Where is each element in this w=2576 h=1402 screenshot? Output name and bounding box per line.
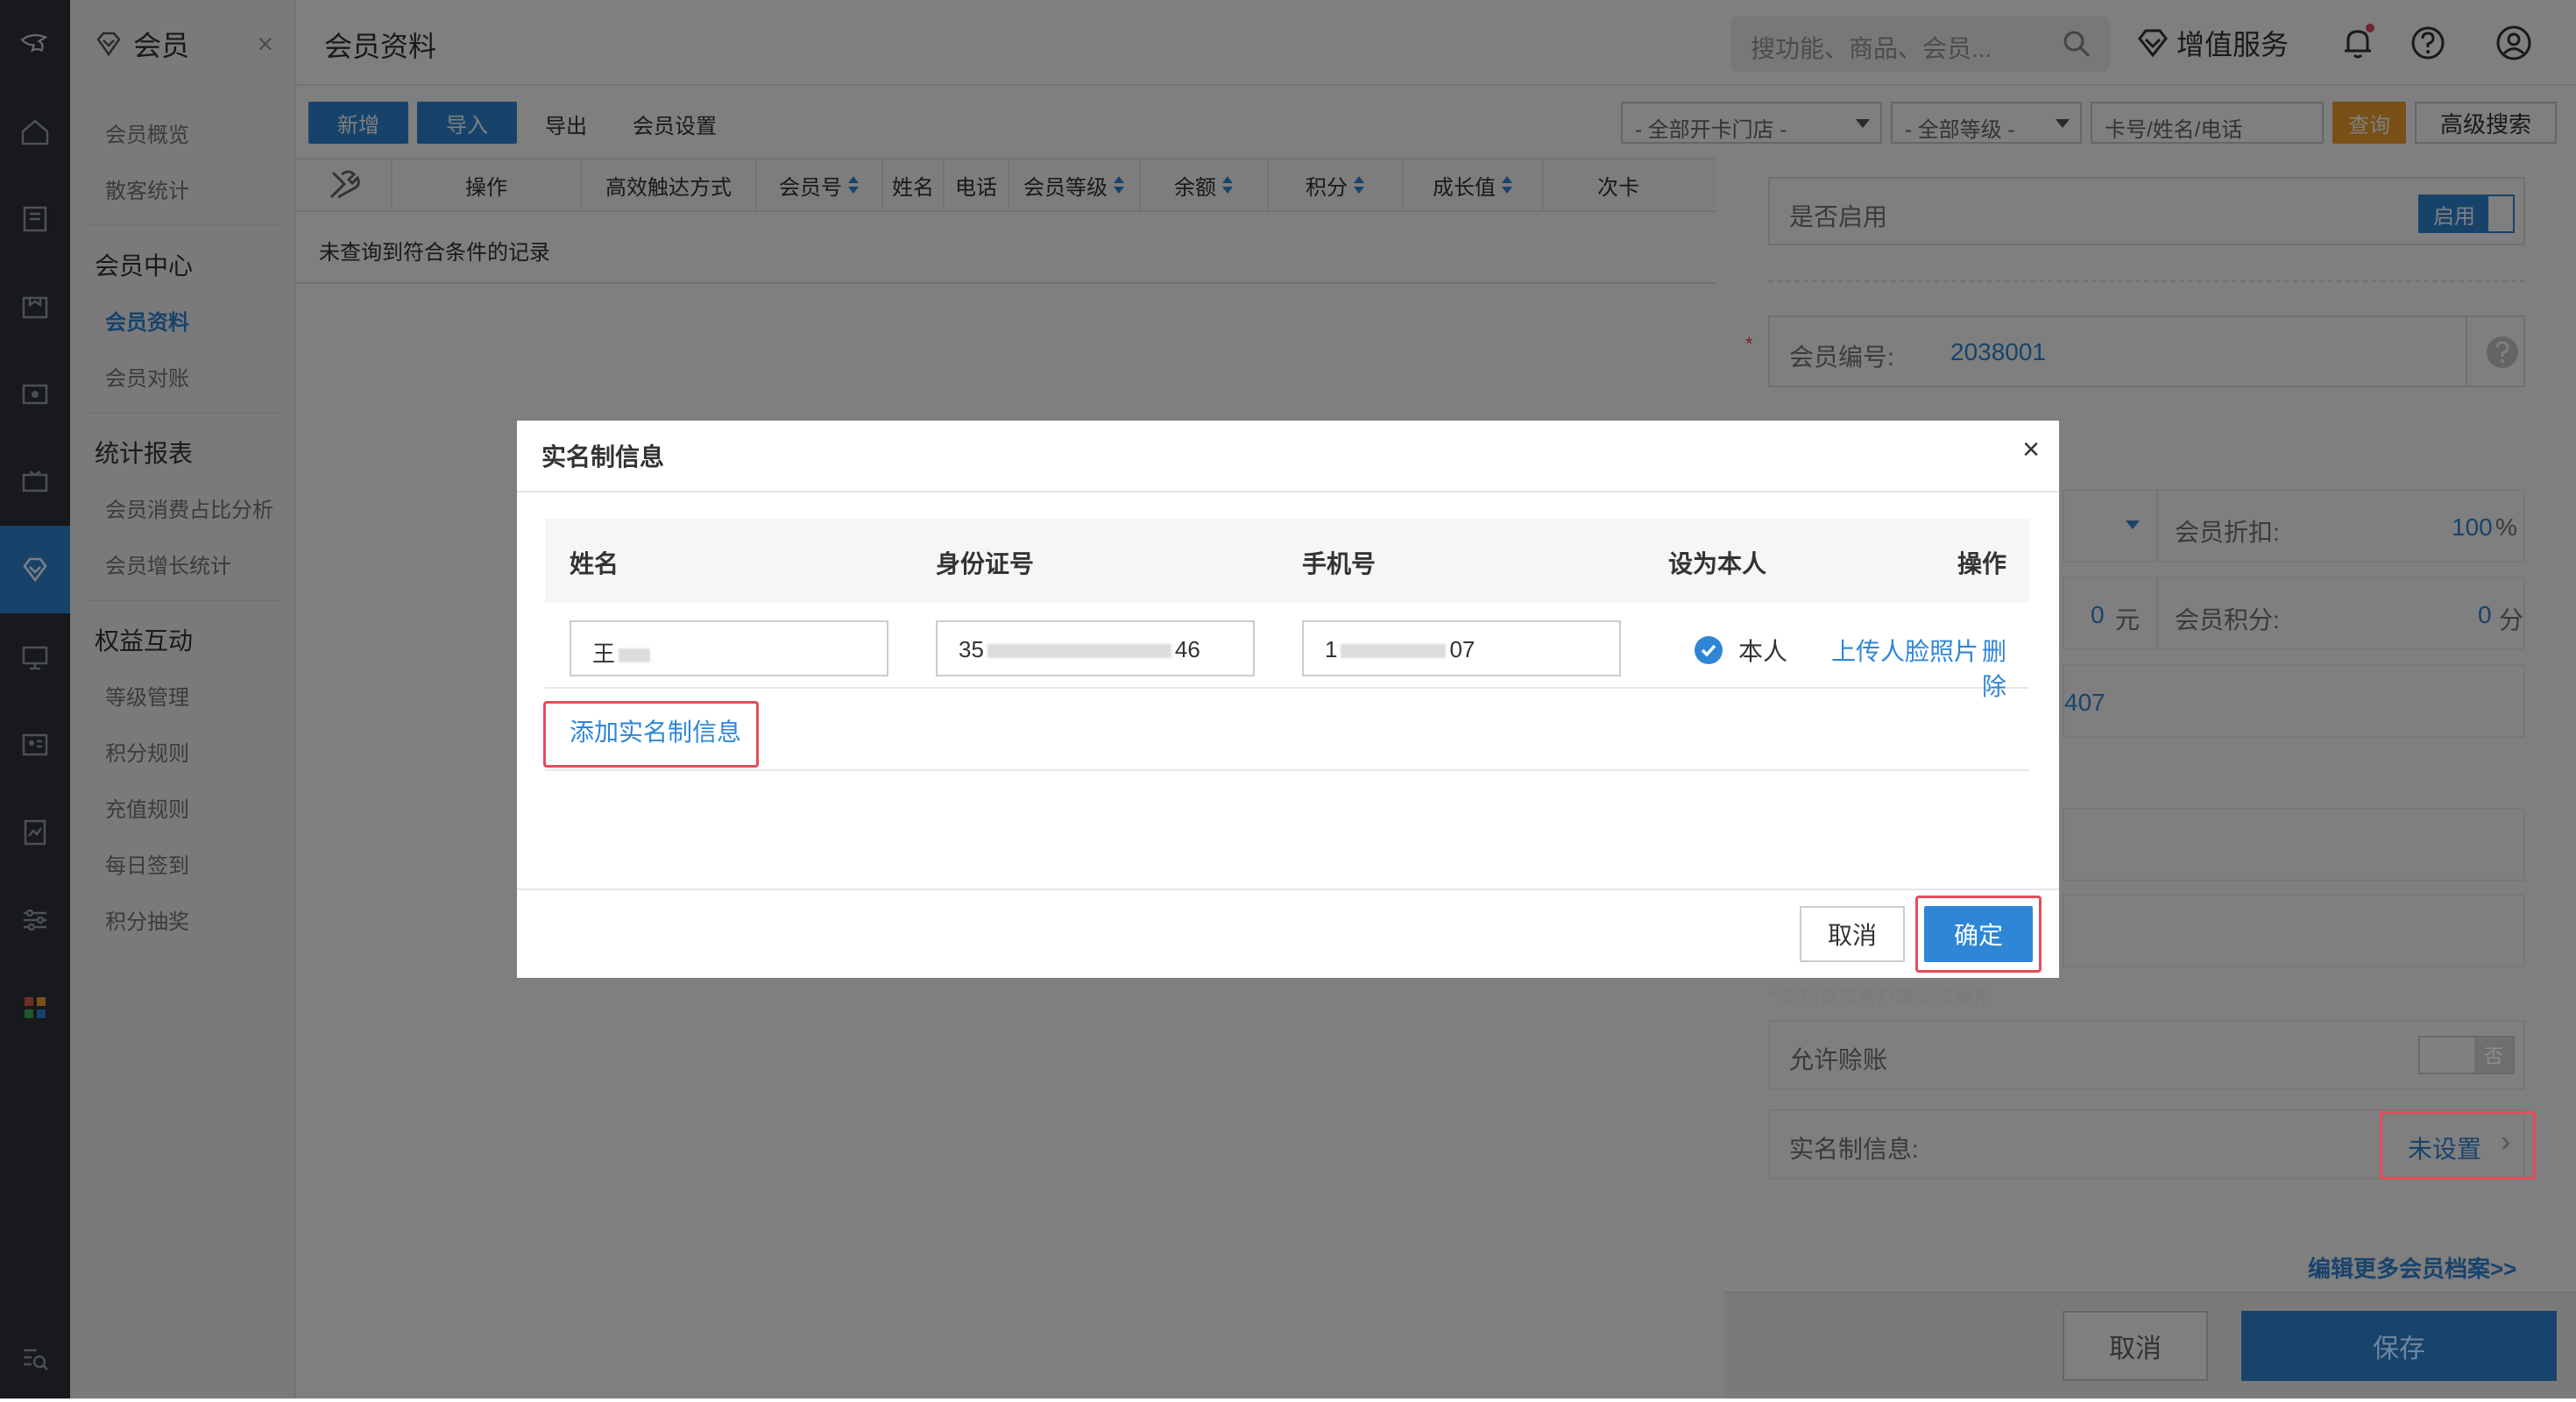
name-input[interactable]: 王 [570,620,888,676]
col-header-id: 身份证号 [936,550,1035,577]
level-select-partial[interactable] [2063,489,2157,563]
points-value: 0 [2478,601,2492,628]
divider [545,769,2029,771]
phone-prefix: 1 [1325,636,1338,662]
name-value: 王 [592,641,616,667]
credit-label: 允许赊账 [1789,1046,1888,1073]
panel-save-button[interactable]: 保存 [2241,1311,2557,1381]
modal-ok-button[interactable]: 确定 [1924,906,2033,962]
realname-highlight-box [2380,1111,2536,1179]
delete-link[interactable]: 删除 [1982,633,2029,703]
masked-text [1341,644,1447,659]
id-suffix: 46 [1174,636,1200,662]
modal-table-row: 王 35 46 1 07 本人 上传人脸照片 删除 [545,603,2029,700]
divider [517,491,2059,492]
blank-field[interactable] [2063,894,2525,967]
partial-value: 407 [2064,689,2105,716]
credit-toggle[interactable]: 否 [2418,1036,2515,1074]
panel-cancel-button[interactable]: 取消 [2063,1311,2208,1381]
upload-face-photo-link[interactable]: 上传人脸照片 [1831,633,1978,668]
id-number-input[interactable]: 35 46 [936,620,1255,676]
chevron-down-icon [2126,520,2140,529]
col-header-action: 操作 [1957,550,2007,577]
points-field[interactable]: 会员积分: 0 分 [2157,577,2525,650]
id-prefix: 35 [959,636,984,662]
modal-cancel-button[interactable]: 取消 [1800,906,1905,962]
masked-text [987,644,1171,659]
balance-value: 0 [2091,601,2105,628]
expire-note: * 到期会员客户端无法使用 [1768,986,1993,1008]
close-icon[interactable]: × [2022,433,2040,467]
discount-label: 会员折扣: [2175,519,2280,546]
points-label: 会员积分: [2175,606,2280,634]
credit-row: 允许赊账 否 [1768,1020,2525,1090]
phone-suffix: 07 [1449,636,1476,662]
modal-table-header: 姓名 身份证号 手机号 设为本人 操作 [545,519,2029,603]
realname-label: 实名制信息: [1789,1136,1919,1163]
modal-title: 实名制信息 [541,443,665,471]
balance-unit: 元 [2115,606,2141,634]
col-header-name: 姓名 [570,550,619,577]
blank-field[interactable] [2063,808,2525,882]
phone-input[interactable]: 1 07 [1302,620,1621,676]
credit-toggle-label: 否 [2474,1037,2513,1073]
discount-value: 100 [2452,513,2493,541]
partial-field[interactable]: 407 [2063,664,2525,738]
add-realname-link[interactable]: 添加实名制信息 [570,713,741,748]
checkbox-checked-icon[interactable] [1695,636,1723,664]
col-header-phone: 手机号 [1302,550,1376,577]
masked-text [619,648,651,663]
discount-field[interactable]: 会员折扣: 100 % [2157,489,2525,563]
self-label: 本人 [1738,638,1788,665]
points-unit: 分 [2499,606,2524,634]
edit-more-link[interactable]: 编辑更多会员档案>> [2308,1251,2516,1284]
discount-unit: % [2495,513,2517,541]
realname-modal: 实名制信息 × 姓名 身份证号 手机号 设为本人 操作 王 35 46 1 07 本… [517,421,2059,978]
col-header-self: 设为本人 [1668,550,1767,577]
divider [517,889,2059,890]
balance-field-partial[interactable]: 0 元 [2063,577,2157,650]
